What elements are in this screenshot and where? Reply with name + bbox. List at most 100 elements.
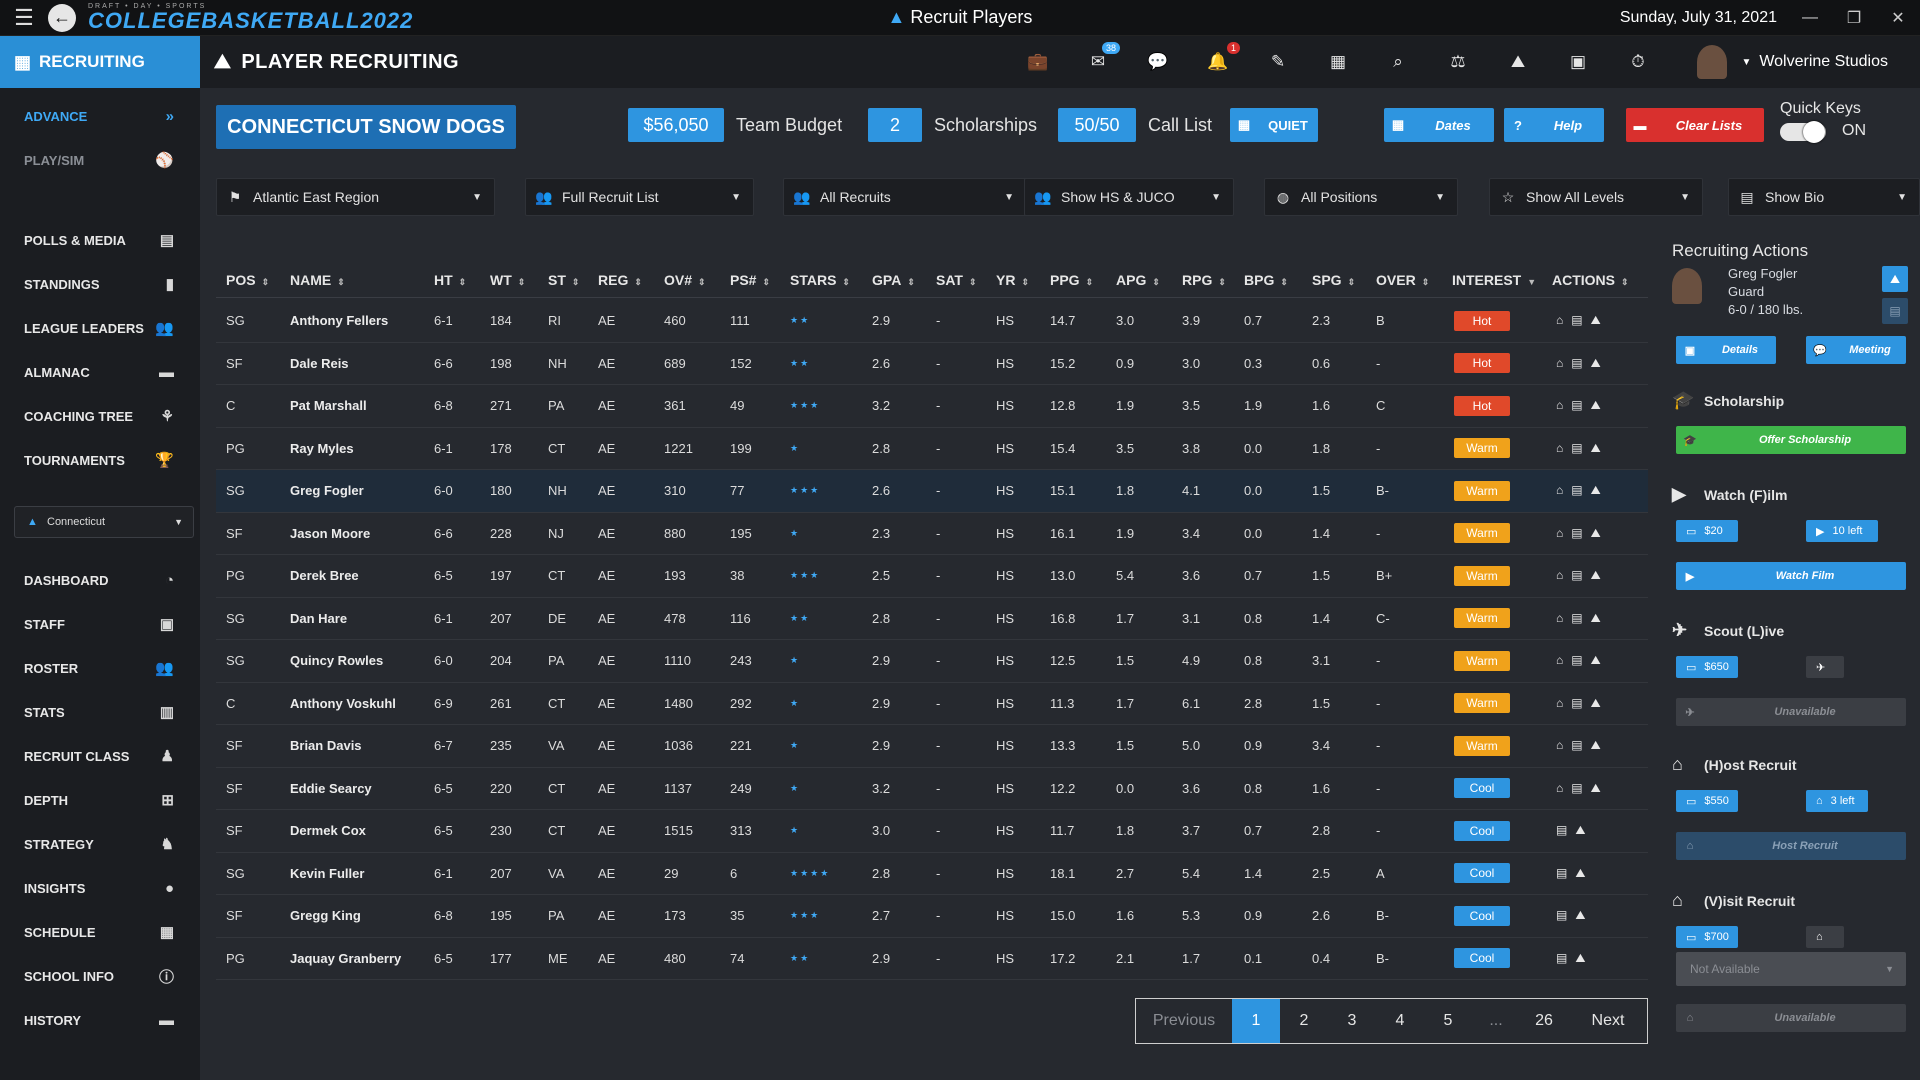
page-button[interactable]: 26 [1520,999,1568,1043]
building-icon[interactable]: ▤ [1556,866,1575,880]
sidebar-item-depth[interactable]: DEPTH ⊞ [0,782,200,818]
home-icon[interactable]: ⌂ [1556,398,1571,412]
recruit-icon[interactable]: ⛰ [1506,50,1530,74]
building-icon[interactable]: ▤ [1571,781,1590,795]
sidebar-item-almanac[interactable]: ALMANAC ▬ [0,354,200,390]
player-name-cell[interactable]: Gregg King [290,908,361,923]
sidebar-item-advance[interactable]: ADVANCE » [0,98,200,134]
bell-icon[interactable]: 🔔 1 [1206,42,1240,74]
table-row[interactable]: SG Greg Fogler 6-0 180 NH AE 310 77 ★★★ 2.6 - HS 15.… [216,470,1648,513]
sidebar-item-stats[interactable]: STATS ▥ [0,694,200,730]
page-button[interactable]: 4 [1376,999,1424,1043]
calendar-icon[interactable]: ▦ [1326,50,1350,74]
player-name-cell[interactable]: Kevin Fuller [290,866,364,881]
player-name-cell[interactable]: Dan Hare [290,611,347,626]
chat-icon[interactable]: 💬 [1146,50,1170,74]
table-row[interactable]: SG Dan Hare 6-1 207 DE AE 478 116 ★★ 2.8 - HS 16.8 1.… [216,598,1648,640]
sidebar-item-history[interactable]: HISTORY ▬ [0,1002,200,1038]
details-button[interactable]: ▣ Details [1676,336,1776,364]
menu-icon[interactable]: ☰ [0,0,48,36]
quick-keys-toggle[interactable] [1780,121,1826,143]
recruit-icon[interactable]: ⛰ [1591,441,1609,455]
recruit-icon[interactable]: ⛰ [1591,398,1609,412]
clipboard-icon[interactable]: ▣ [1566,50,1590,74]
recruit-icon[interactable]: ⛰ [1591,696,1609,710]
table-row[interactable]: SF Dermek Cox 6-5 230 CT AE 1515 313 ★ 3.0 - HS 11.7… [216,810,1648,853]
building-icon[interactable]: ▤ [1556,951,1575,965]
column-header[interactable]: HT ⇕ [434,272,466,288]
building-icon[interactable]: ▤ [1571,568,1590,582]
column-header[interactable]: RPG ⇕ [1182,272,1226,288]
home-icon[interactable]: ⌂ [1556,568,1571,582]
recruit-icon[interactable]: ⛰ [1591,781,1609,795]
player-name-cell[interactable]: Ray Myles [290,441,354,456]
table-row[interactable]: SF Jason Moore 6-6 228 NJ AE 880 195 ★ 2.3 - HS 16.1… [216,513,1648,555]
sidebar-item-league-leaders[interactable]: LEAGUE LEADERS 👥 [0,310,200,346]
column-header[interactable]: INTEREST ▼ [1452,272,1536,288]
building-icon[interactable]: ▤ [1571,356,1590,370]
building-icon[interactable]: ▤ [1556,908,1575,922]
host-recruit-button[interactable]: ⌂ Host Recruit [1676,832,1906,860]
sidebar-item-polls-media[interactable]: POLLS & MEDIA ▤ [0,222,200,258]
column-header[interactable]: ST ⇕ [548,272,579,288]
building-icon[interactable]: ▤ [1571,611,1590,625]
minimize-icon[interactable]: — [1788,0,1832,36]
filter-dropdown[interactable]: 👥 All Recruits ▼ [783,178,1027,216]
column-header[interactable]: STARS ⇕ [790,272,850,288]
sidebar-item-schedule[interactable]: SCHEDULE ▦ [0,914,200,950]
sidebar-item-dashboard[interactable]: DASHBOARD ◔ [0,562,200,598]
building-icon[interactable]: ▤ [1571,483,1590,497]
home-icon[interactable]: ⌂ [1556,781,1571,795]
page-button[interactable]: 1 [1232,999,1280,1043]
filter-dropdown[interactable]: ◍ All Positions ▼ [1264,178,1458,216]
home-icon[interactable]: ⌂ [1556,653,1571,667]
column-header[interactable]: OVER ⇕ [1376,272,1429,288]
restore-icon[interactable]: ❐ [1832,0,1876,36]
offer-scholarship-button[interactable]: 🎓 Offer Scholarship [1676,426,1906,454]
briefcase-icon[interactable]: 💼 [1026,50,1050,74]
building-icon[interactable]: ▤ [1571,526,1590,540]
lock-icon[interactable]: ▤ [1882,298,1908,324]
next-page-button[interactable]: Next [1568,999,1648,1043]
visit-unavailable-button[interactable]: ⌂ Unavailable [1676,1004,1906,1032]
table-row[interactable]: SF Brian Davis 6-7 235 VA AE 1036 221 ★ 2.9 - HS 13.… [216,725,1648,768]
sidebar-item-school-info[interactable]: SCHOOL INFO ⓘ [0,958,200,994]
meeting-button[interactable]: 💬 Meeting [1806,336,1906,364]
recruit-icon[interactable]: ⛰ [1591,483,1609,497]
recruit-icon[interactable]: ⛰ [1591,611,1609,625]
sidebar-item-roster[interactable]: ROSTER 👥 [0,650,200,686]
recruit-icon[interactable]: ⛰ [1591,356,1609,370]
player-name-cell[interactable]: Greg Fogler [290,483,364,498]
scout-unavailable-button[interactable]: ✈ Unavailable [1676,698,1906,726]
column-header[interactable]: OV# ⇕ [664,272,706,288]
previous-page-button[interactable]: Previous [1136,999,1232,1043]
home-icon[interactable]: ⌂ [1556,441,1571,455]
filter-dropdown[interactable]: 👥 Full Recruit List ▼ [525,178,754,216]
page-button[interactable]: ... [1472,999,1520,1043]
player-name-cell[interactable]: Anthony Fellers [290,313,388,328]
player-name-cell[interactable]: Jaquay Granberry [290,951,401,966]
visit-date-select[interactable]: Not Available ▼ [1676,952,1906,986]
recruit-icon[interactable]: ⛰ [1591,526,1609,540]
dates-button[interactable]: ▦ Dates [1384,108,1494,142]
sidebar-item-standings[interactable]: STANDINGS ▮ [0,266,200,302]
player-name-cell[interactable]: Jason Moore [290,526,370,541]
table-row[interactable]: SG Anthony Fellers 6-1 184 RI AE 460 111 ★★ 2.9 - H… [216,300,1648,343]
table-row[interactable]: SG Quincy Rowles 6-0 204 PA AE 1110 243 ★ 2.9 - HS 1… [216,640,1648,683]
home-icon[interactable]: ⌂ [1556,696,1571,710]
sidebar-item-play-sim[interactable]: PLAY/SIM ⚾ [0,142,200,178]
table-row[interactable]: SF Gregg King 6-8 195 PA AE 173 35 ★★★ 2.7 - HS 15.0… [216,895,1648,938]
page-button[interactable]: 3 [1328,999,1376,1043]
player-name-cell[interactable]: Eddie Searcy [290,781,372,796]
column-header[interactable]: APG ⇕ [1116,272,1160,288]
sidebar-item-insights[interactable]: INSIGHTS ● [0,870,200,906]
table-row[interactable]: C Pat Marshall 6-8 271 PA AE 361 49 ★★★ 3.2 - HS 12.… [216,385,1648,428]
sidebar-item-tournaments[interactable]: TOURNAMENTS 🏆 [0,442,200,478]
filter-dropdown[interactable]: ▤ Show Bio ▼ [1728,178,1920,216]
player-name-cell[interactable]: Brian Davis [290,738,362,753]
home-icon[interactable]: ⌂ [1556,356,1571,370]
close-icon[interactable]: ✕ [1876,0,1920,36]
sidebar-item-coaching-tree[interactable]: COACHING TREE ⚘ [0,398,200,434]
column-header[interactable]: ACTIONS ⇕ [1552,272,1629,288]
player-name-cell[interactable]: Derek Bree [290,568,359,583]
